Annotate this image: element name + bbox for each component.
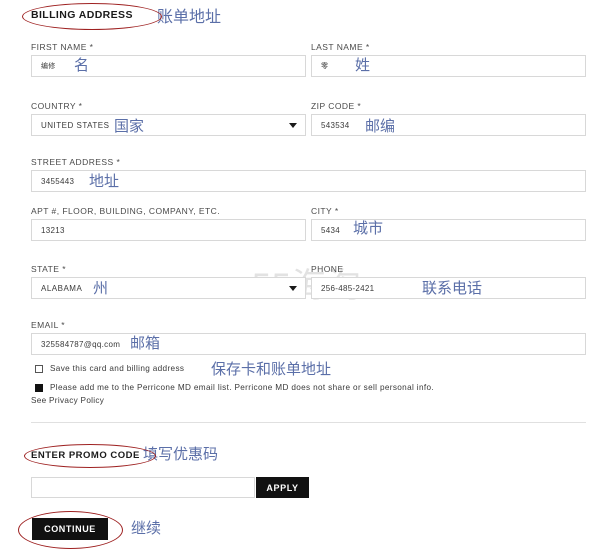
annotation-street-address: 地址 <box>89 172 120 190</box>
annotation-email: 邮箱 <box>130 334 161 352</box>
field-email: EMAIL * 325584787@qq.com <box>31 320 586 355</box>
checkbox-icon-checked[interactable] <box>35 384 43 392</box>
zip-code-value: 543534 <box>321 120 350 130</box>
annotation-zip-code: 邮编 <box>365 117 396 135</box>
field-apt: APT #, FLOOR, BUILDING, COMPANY, ETC. 13… <box>31 206 306 241</box>
annotation-last-name: 姓 <box>355 56 371 74</box>
privacy-policy-link[interactable]: See Privacy Policy <box>31 396 104 405</box>
street-address-label: STREET ADDRESS * <box>31 157 121 167</box>
annotation-save-card: 保存卡和账单地址 <box>211 360 332 378</box>
annotation-billing-address: 账单地址 <box>157 7 222 26</box>
field-state: STATE * ALABAMA <box>31 264 306 299</box>
field-first-name: FIRST NAME * 编修 <box>31 42 306 77</box>
zip-code-label: ZIP CODE * <box>311 101 362 111</box>
checkbox-icon-unchecked[interactable] <box>35 365 43 373</box>
chevron-down-icon[interactable] <box>289 286 297 291</box>
email-label: EMAIL * <box>31 320 66 330</box>
email-input[interactable]: 325584787@qq.com <box>31 333 586 355</box>
first-name-value: 编修 <box>41 62 56 70</box>
state-label: STATE * <box>31 264 66 274</box>
country-label: COUNTRY * <box>31 101 83 111</box>
apt-value: 13213 <box>41 225 65 235</box>
chevron-down-icon[interactable] <box>289 123 297 128</box>
state-value: ALABAMA <box>41 283 83 293</box>
phone-label: PHONE <box>311 264 344 274</box>
annotation-country: 国家 <box>114 117 145 135</box>
continue-button[interactable]: CONTINUE <box>32 518 108 540</box>
apply-button[interactable]: APPLY <box>256 477 309 498</box>
section-divider <box>31 422 586 423</box>
annotation-state: 州 <box>93 279 109 297</box>
phone-value: 256-485-2421 <box>321 283 375 293</box>
apt-label: APT #, FLOOR, BUILDING, COMPANY, ETC. <box>31 206 221 216</box>
annotation-promo-code: 填写优惠码 <box>143 445 219 463</box>
email-list-checkbox-row[interactable]: Please add me to the Perricone MD email … <box>35 383 434 392</box>
field-last-name: LAST NAME * 零 <box>311 42 586 77</box>
page-title: BILLING ADDRESS <box>31 9 133 21</box>
country-select[interactable]: UNITED STATES <box>31 114 306 136</box>
city-value: 5434 <box>321 225 340 235</box>
field-zip-code: ZIP CODE * 543534 <box>311 101 586 136</box>
state-select[interactable]: ALABAMA <box>31 277 306 299</box>
save-card-checkbox-row[interactable]: Save this card and billing address <box>35 364 184 373</box>
first-name-input[interactable]: 编修 <box>31 55 306 77</box>
apt-input[interactable]: 13213 <box>31 219 306 241</box>
annotation-city: 城市 <box>353 219 384 237</box>
annotation-continue: 继续 <box>131 519 162 537</box>
annotation-phone: 联系电话 <box>422 279 483 297</box>
annotation-first-name: 名 <box>74 56 90 74</box>
first-name-label: FIRST NAME * <box>31 42 94 52</box>
email-list-label: Please add me to the Perricone MD email … <box>50 383 435 392</box>
promo-code-title: ENTER PROMO CODE <box>31 450 140 461</box>
last-name-label: LAST NAME * <box>311 42 370 52</box>
last-name-input[interactable]: 零 <box>311 55 586 77</box>
street-address-value: 3455443 <box>41 176 75 186</box>
zip-code-input[interactable]: 543534 <box>311 114 586 136</box>
promo-code-input[interactable] <box>31 477 255 498</box>
save-card-label: Save this card and billing address <box>50 364 185 373</box>
country-value: UNITED STATES <box>41 120 110 130</box>
email-value: 325584787@qq.com <box>41 339 121 349</box>
last-name-value: 零 <box>321 62 329 70</box>
field-country: COUNTRY * UNITED STATES <box>31 101 306 136</box>
city-label: CITY * <box>311 206 339 216</box>
